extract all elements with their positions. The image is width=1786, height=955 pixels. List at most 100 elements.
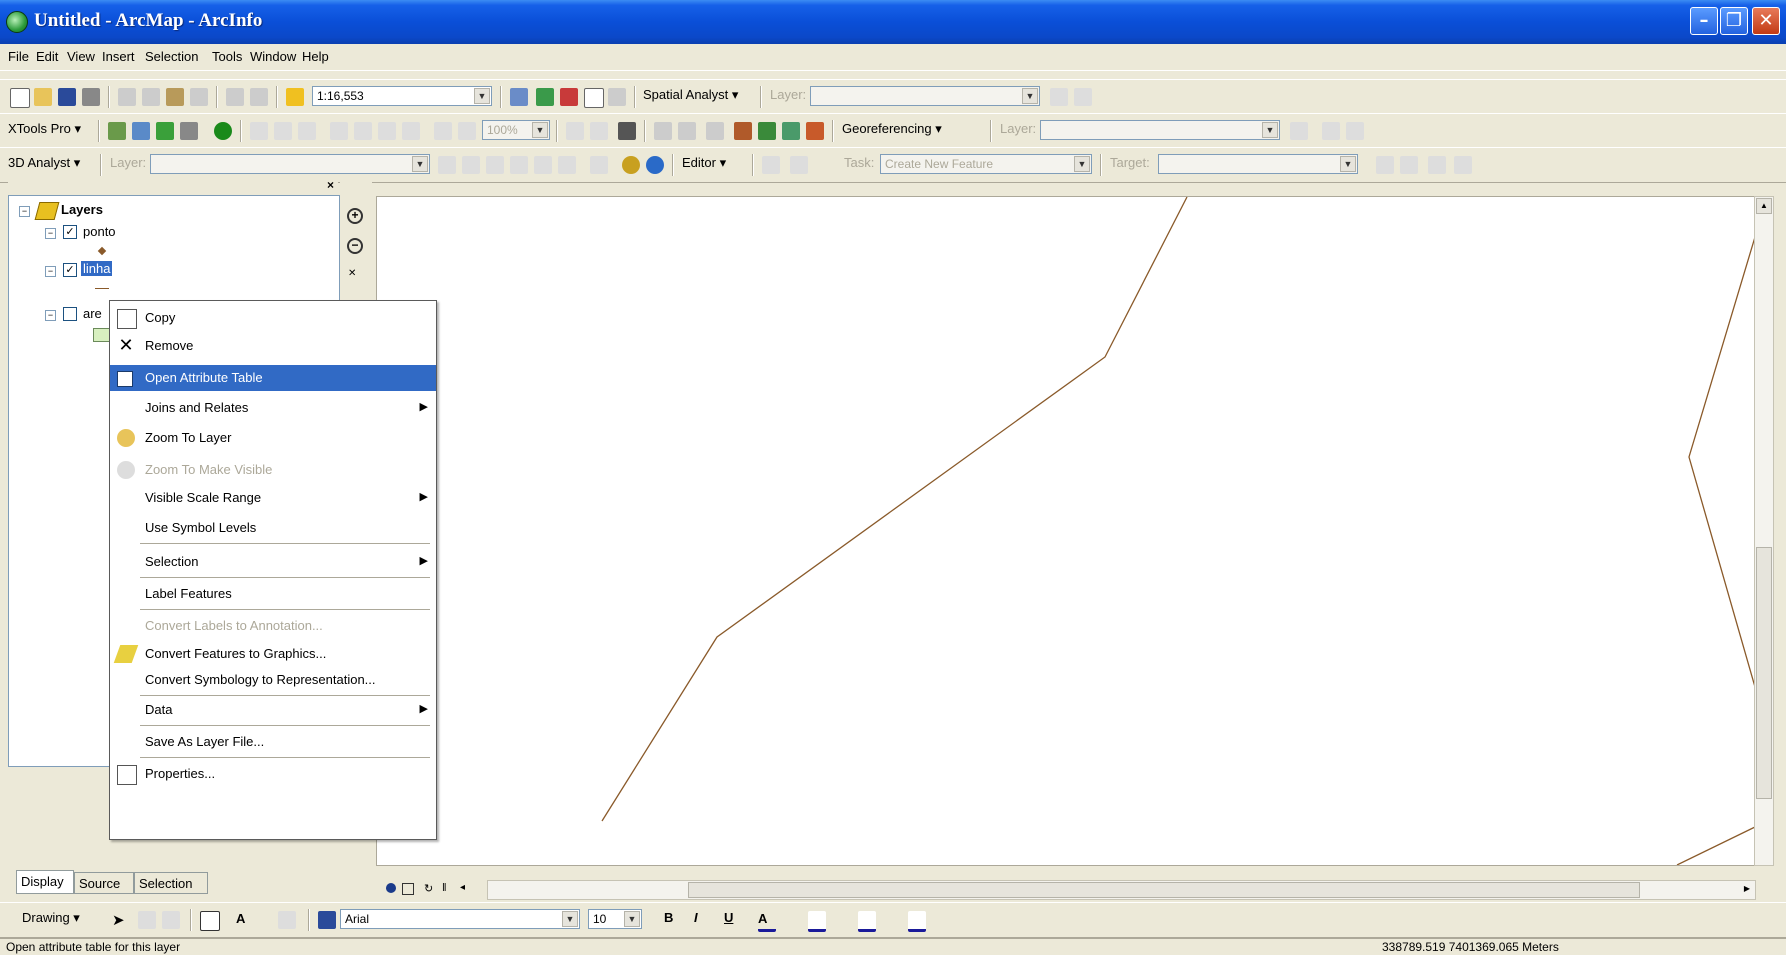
save-icon[interactable] (58, 88, 76, 106)
georef-tool-icon[interactable] (458, 122, 476, 140)
3d-analyst-menu[interactable]: 3D Analyst ▾ (8, 155, 80, 171)
menu-item-convert-labels[interactable]: Convert Labels to Annotation... (110, 613, 436, 639)
pause-icon[interactable]: ‖ (442, 882, 447, 894)
link-table-icon[interactable] (1346, 122, 1364, 140)
copy-tool-icon[interactable] (142, 88, 160, 106)
edit-tool-icon[interactable] (762, 156, 780, 174)
target-combo[interactable]: ▼ (1158, 154, 1358, 174)
georef-tool-icon[interactable] (434, 122, 452, 140)
layer-linha[interactable]: linha (81, 261, 113, 276)
redo-icon[interactable] (250, 88, 268, 106)
georef-tool-icon[interactable] (806, 122, 824, 140)
rectangle-icon[interactable] (200, 911, 220, 931)
menu-item-joins-and-relates[interactable]: Joins and Relates ▶ (110, 395, 436, 421)
editor-menu[interactable]: Editor ▾ (682, 155, 726, 171)
map-horizontal-scrollbar[interactable]: ▶ (487, 880, 1756, 900)
georef-tool-icon[interactable] (274, 122, 292, 140)
menu-item-convert-symbology[interactable]: Convert Symbology to Representation... (110, 667, 436, 693)
zoom-out-icon[interactable]: − (347, 238, 363, 254)
menu-item-zoom-to-layer[interactable]: Zoom To Layer (110, 425, 436, 451)
task-combo[interactable]: Create New Feature ▼ (880, 154, 1092, 174)
layout-icon[interactable] (566, 122, 584, 140)
collapse-linha-icon[interactable]: − (45, 266, 56, 277)
xtools-pro-menu[interactable]: XTools Pro ▾ (8, 121, 81, 137)
refresh-icon[interactable]: ↻ (424, 882, 433, 895)
fill-color-icon[interactable] (808, 911, 826, 932)
command-line-icon[interactable] (584, 88, 604, 108)
new-curved-text-icon[interactable] (278, 911, 296, 929)
layers-root[interactable]: Layers (61, 202, 103, 217)
point-symbol-icon[interactable] (97, 246, 107, 256)
new-icon[interactable] (10, 88, 30, 108)
print-icon[interactable] (82, 88, 100, 106)
collapse-are-icon[interactable]: − (45, 310, 56, 321)
georef-tool-icon[interactable] (734, 122, 752, 140)
menu-item-save-as-layer-file[interactable]: Save As Layer File... (110, 729, 436, 755)
data-view-icon[interactable] (386, 883, 396, 893)
3d-tool-icon[interactable] (486, 156, 504, 174)
tab-display[interactable]: Display (16, 870, 74, 894)
line-color-icon[interactable] (858, 911, 876, 932)
menu-edit[interactable]: Edit (36, 49, 58, 64)
tab-selection[interactable]: Selection (134, 872, 208, 894)
layer-are[interactable]: are (83, 306, 102, 321)
menu-item-zoom-to-make-visible[interactable]: Zoom To Make Visible (110, 457, 436, 483)
georef-tool-icon[interactable] (378, 122, 396, 140)
delete-icon[interactable] (190, 88, 208, 106)
menu-view[interactable]: View (67, 49, 95, 64)
collapse-layers-icon[interactable]: − (19, 206, 30, 217)
spatial-analyst-layer-combo[interactable]: ▼ (810, 86, 1040, 106)
menu-insert[interactable]: Insert (102, 49, 135, 64)
undo-icon[interactable] (226, 88, 244, 106)
arcglobe-icon[interactable] (646, 156, 664, 174)
minimize-button[interactable]: – (1690, 7, 1718, 35)
georef-tool-icon[interactable] (354, 122, 372, 140)
arctoolbox-icon[interactable] (560, 88, 578, 106)
menu-item-label-features[interactable]: Label Features (110, 581, 436, 607)
rotate-tool-icon[interactable] (1400, 156, 1418, 174)
map-scale-combo[interactable]: 1:16,553 ▼ (312, 86, 492, 106)
menu-tools[interactable]: Tools (212, 49, 242, 64)
xtools-map-icon[interactable] (132, 122, 150, 140)
map-vertical-scrollbar[interactable]: ▲ (1754, 196, 1774, 866)
menu-selection[interactable]: Selection (145, 49, 198, 64)
menu-item-visible-scale-range[interactable]: Visible Scale Range ▶ (110, 485, 436, 511)
spatial-analyst-extra-icon[interactable] (1074, 88, 1092, 106)
paste-icon[interactable] (166, 88, 184, 106)
italic-button[interactable]: I (694, 910, 698, 925)
font-size-combo[interactable]: 10 ▼ (588, 909, 642, 929)
hscroll-thumb[interactable] (688, 882, 1640, 898)
scroll-thumb[interactable] (1756, 547, 1772, 799)
layout-view-icon[interactable] (402, 883, 414, 895)
arccatalog-icon[interactable] (536, 88, 554, 106)
open-icon[interactable] (34, 88, 52, 106)
tab-source[interactable]: Source (74, 872, 134, 894)
georef-tool-icon[interactable] (782, 122, 800, 140)
menu-item-use-symbol-levels[interactable]: Use Symbol Levels (110, 515, 436, 541)
cut-icon[interactable] (118, 88, 136, 106)
georef-tool-icon[interactable] (330, 122, 348, 140)
georef-pointer-icon[interactable] (678, 122, 696, 140)
georef-tool-icon[interactable] (250, 122, 268, 140)
sketch-properties-icon[interactable] (1454, 156, 1472, 174)
layer-linha-checkbox[interactable]: ✓ (63, 263, 77, 277)
georef-tool-icon[interactable] (402, 122, 420, 140)
font-icon[interactable] (318, 911, 336, 929)
close-button[interactable]: ✕ (1752, 7, 1780, 35)
menu-file[interactable]: File (8, 49, 29, 64)
add-control-points-icon[interactable] (1322, 122, 1340, 140)
3d-tool-icon[interactable] (438, 156, 456, 174)
font-combo[interactable]: Arial ▼ (340, 909, 580, 929)
select-elements-icon[interactable]: ➤ (112, 911, 130, 929)
bold-button[interactable]: B (664, 910, 673, 925)
georeferencing-menu[interactable]: Georeferencing ▾ (842, 121, 942, 137)
xtools-add-icon[interactable] (156, 122, 174, 140)
drawing-menu[interactable]: Drawing ▾ (22, 910, 80, 926)
whats-this-icon[interactable] (608, 88, 626, 106)
menu-item-selection[interactable]: Selection ▶ (110, 549, 436, 575)
georef-layer-combo[interactable]: ▼ (1040, 120, 1280, 140)
menu-item-open-attribute-table[interactable]: Open Attribute Table (110, 365, 436, 391)
underline-button[interactable]: U (724, 910, 733, 925)
fixed-zoom-in-icon[interactable]: ✕ (348, 269, 356, 279)
scroll-right-icon[interactable]: ▶ (1740, 882, 1754, 896)
